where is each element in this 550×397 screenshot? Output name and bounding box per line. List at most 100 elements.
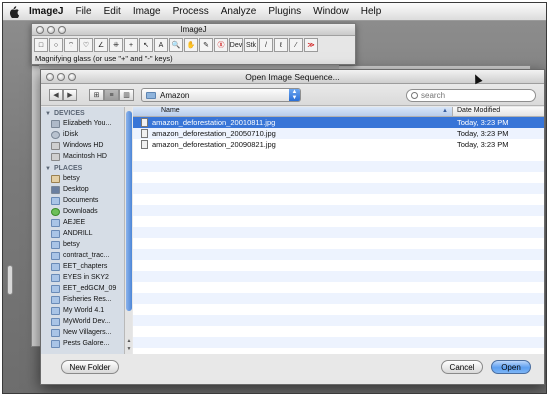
- picker-icon[interactable]: ⁄: [289, 38, 303, 52]
- file-name-cell: amazon_deforestation_20090821.jpg: [133, 140, 453, 149]
- sidebar-item[interactable]: EYES in SKY2: [41, 272, 124, 283]
- hand-icon[interactable]: ✋: [184, 38, 198, 52]
- dialog-minimize-button[interactable]: [57, 73, 65, 81]
- folder-icon: [51, 295, 60, 304]
- file-row[interactable]: amazon_deforestation_20010811.jpg Today, …: [133, 117, 544, 128]
- sidebar-item[interactable]: New Villagers...: [41, 327, 124, 338]
- devices-header[interactable]: ▼ DEVICES: [41, 107, 124, 118]
- sidebar-item-label: New Villagers...: [63, 329, 112, 336]
- sidebar-item[interactable]: Elizabeth You...: [41, 118, 124, 129]
- sidebar-item[interactable]: betsy: [41, 239, 124, 250]
- dialog-title-bar[interactable]: Open Image Sequence...: [41, 70, 544, 84]
- sidebar-item[interactable]: Pests Galore...: [41, 338, 124, 349]
- list-view-button[interactable]: ≡: [104, 89, 119, 101]
- sidebar-item[interactable]: Downloads: [41, 206, 124, 217]
- sidebar-item[interactable]: ANDRILL: [41, 228, 124, 239]
- menu-file[interactable]: File: [75, 6, 91, 17]
- angle-icon[interactable]: ⁜: [109, 38, 123, 52]
- location-popup[interactable]: Amazon ▲ ▼: [141, 88, 301, 102]
- search-input[interactable]: [421, 91, 521, 100]
- sidebar-item-label: Elizabeth You...: [63, 120, 112, 127]
- sidebar-item[interactable]: Fisheries Res...: [41, 294, 124, 305]
- freehand-icon[interactable]: ♡: [79, 38, 93, 52]
- sidebar-item[interactable]: betsy: [41, 173, 124, 184]
- folder-icon: [51, 328, 60, 337]
- disclosure-triangle-icon[interactable]: ▼: [45, 166, 51, 172]
- minimize-window-button[interactable]: [47, 26, 55, 34]
- sidebar-item[interactable]: Macintosh HD: [41, 151, 124, 162]
- line-icon[interactable]: ∠: [94, 38, 108, 52]
- sidebar-scrollbar[interactable]: ▲ ▼: [124, 107, 132, 354]
- dialog-close-button[interactable]: [46, 73, 54, 81]
- menu-help[interactable]: Help: [361, 6, 382, 17]
- column-view-button[interactable]: ▥: [119, 89, 134, 101]
- home-icon: [51, 174, 60, 183]
- menu-window[interactable]: Window: [313, 6, 349, 17]
- menu-analyze[interactable]: Analyze: [221, 6, 257, 17]
- cancel-button[interactable]: Cancel: [441, 360, 483, 374]
- folder-icon: [51, 229, 60, 238]
- file-row[interactable]: amazon_deforestation_20090821.jpg Today, …: [133, 139, 544, 150]
- apple-icon[interactable]: [9, 5, 19, 18]
- places-header[interactable]: ▼ PLACES: [41, 162, 124, 173]
- sidebar-item[interactable]: AEJEE: [41, 217, 124, 228]
- back-button[interactable]: ◀: [49, 89, 63, 101]
- file-date: Today, 3:23 PM: [457, 140, 509, 149]
- open-button[interactable]: Open: [491, 360, 531, 374]
- sidebar-item[interactable]: EET_edGCM_09: [41, 283, 124, 294]
- zoom-window-button[interactable]: [58, 26, 66, 34]
- more-icon[interactable]: ≫: [304, 38, 318, 52]
- sidebar-item[interactable]: Windows HD: [41, 140, 124, 151]
- imagej-title-bar[interactable]: ImageJ: [32, 24, 355, 36]
- sidebar-scroll-thumb[interactable]: [126, 111, 132, 311]
- forward-button[interactable]: ▶: [63, 89, 77, 101]
- menu-process[interactable]: Process: [173, 6, 209, 17]
- dev-icon[interactable]: Dev: [229, 38, 243, 52]
- file-row[interactable]: amazon_deforestation_20050710.jpg Today, …: [133, 128, 544, 139]
- brush-icon[interactable]: ℓ: [274, 38, 288, 52]
- polygon-icon[interactable]: ⌔: [64, 38, 78, 52]
- stk-icon[interactable]: Stk: [244, 38, 258, 52]
- rectangle-icon[interactable]: □: [34, 38, 48, 52]
- sidebar-item[interactable]: contract_trac...: [41, 250, 124, 261]
- pencil-icon[interactable]: /: [259, 38, 273, 52]
- wand-icon[interactable]: ↖: [139, 38, 153, 52]
- oval-icon[interactable]: ○: [49, 38, 63, 52]
- magnifier-icon[interactable]: 🔍: [169, 38, 183, 52]
- side-window-tab[interactable]: [7, 265, 13, 295]
- new-folder-button[interactable]: New Folder: [61, 360, 119, 374]
- disclosure-triangle-icon[interactable]: ▼: [45, 111, 51, 117]
- menu-edit[interactable]: Edit: [104, 6, 121, 17]
- sidebar-item[interactable]: Documents: [41, 195, 124, 206]
- name-column-header[interactable]: Name ▲: [133, 107, 453, 116]
- x-icon[interactable]: Ⓧ: [214, 38, 228, 52]
- search-field[interactable]: [406, 89, 536, 102]
- menu-bar: ImageJ File Edit Image Process Analyze P…: [3, 3, 546, 21]
- menu-image[interactable]: Image: [133, 6, 161, 17]
- search-icon: [411, 92, 418, 99]
- close-window-button[interactable]: [36, 26, 44, 34]
- popup-arrows-icon: ▲ ▼: [289, 89, 300, 101]
- date-column-header[interactable]: Date Modified: [453, 107, 500, 116]
- sidebar-item[interactable]: EET_chapters: [41, 261, 124, 272]
- dropper-icon[interactable]: ✎: [199, 38, 213, 52]
- imagej-toolbar-window: ImageJ □ ○ ⌔ ♡ ∠ ⁜ + ↖ A 🔍 ✋ ✎ Ⓧ Dev Stk / ℓ ⁄ ≫ Magnifyin…: [31, 23, 356, 65]
- point-icon[interactable]: +: [124, 38, 138, 52]
- sidebar-item-label: Fisheries Res...: [63, 296, 112, 303]
- desktop: ImageJ File Edit Image Process Analyze P…: [2, 2, 547, 394]
- text-icon[interactable]: A: [154, 38, 168, 52]
- sidebar-item-label: AEJEE: [63, 219, 86, 226]
- sidebar-item-label: EYES in SKY2: [63, 274, 109, 281]
- sidebar-item[interactable]: iDisk: [41, 129, 124, 140]
- scroll-up-arrow-icon[interactable]: ▲: [125, 338, 133, 344]
- menu-app-name[interactable]: ImageJ: [29, 6, 63, 17]
- icon-view-button[interactable]: ⊞: [89, 89, 104, 101]
- file-name-cell: amazon_deforestation_20010811.jpg: [133, 118, 453, 127]
- sidebar-item[interactable]: Desktop: [41, 184, 124, 195]
- folder-icon: [51, 218, 60, 227]
- menu-plugins[interactable]: Plugins: [268, 6, 301, 17]
- dialog-zoom-button[interactable]: [68, 73, 76, 81]
- sidebar-item[interactable]: My World 4.1: [41, 305, 124, 316]
- file-name: amazon_deforestation_20010811.jpg: [152, 118, 276, 127]
- sidebar-item[interactable]: MyWorld Dev...: [41, 316, 124, 327]
